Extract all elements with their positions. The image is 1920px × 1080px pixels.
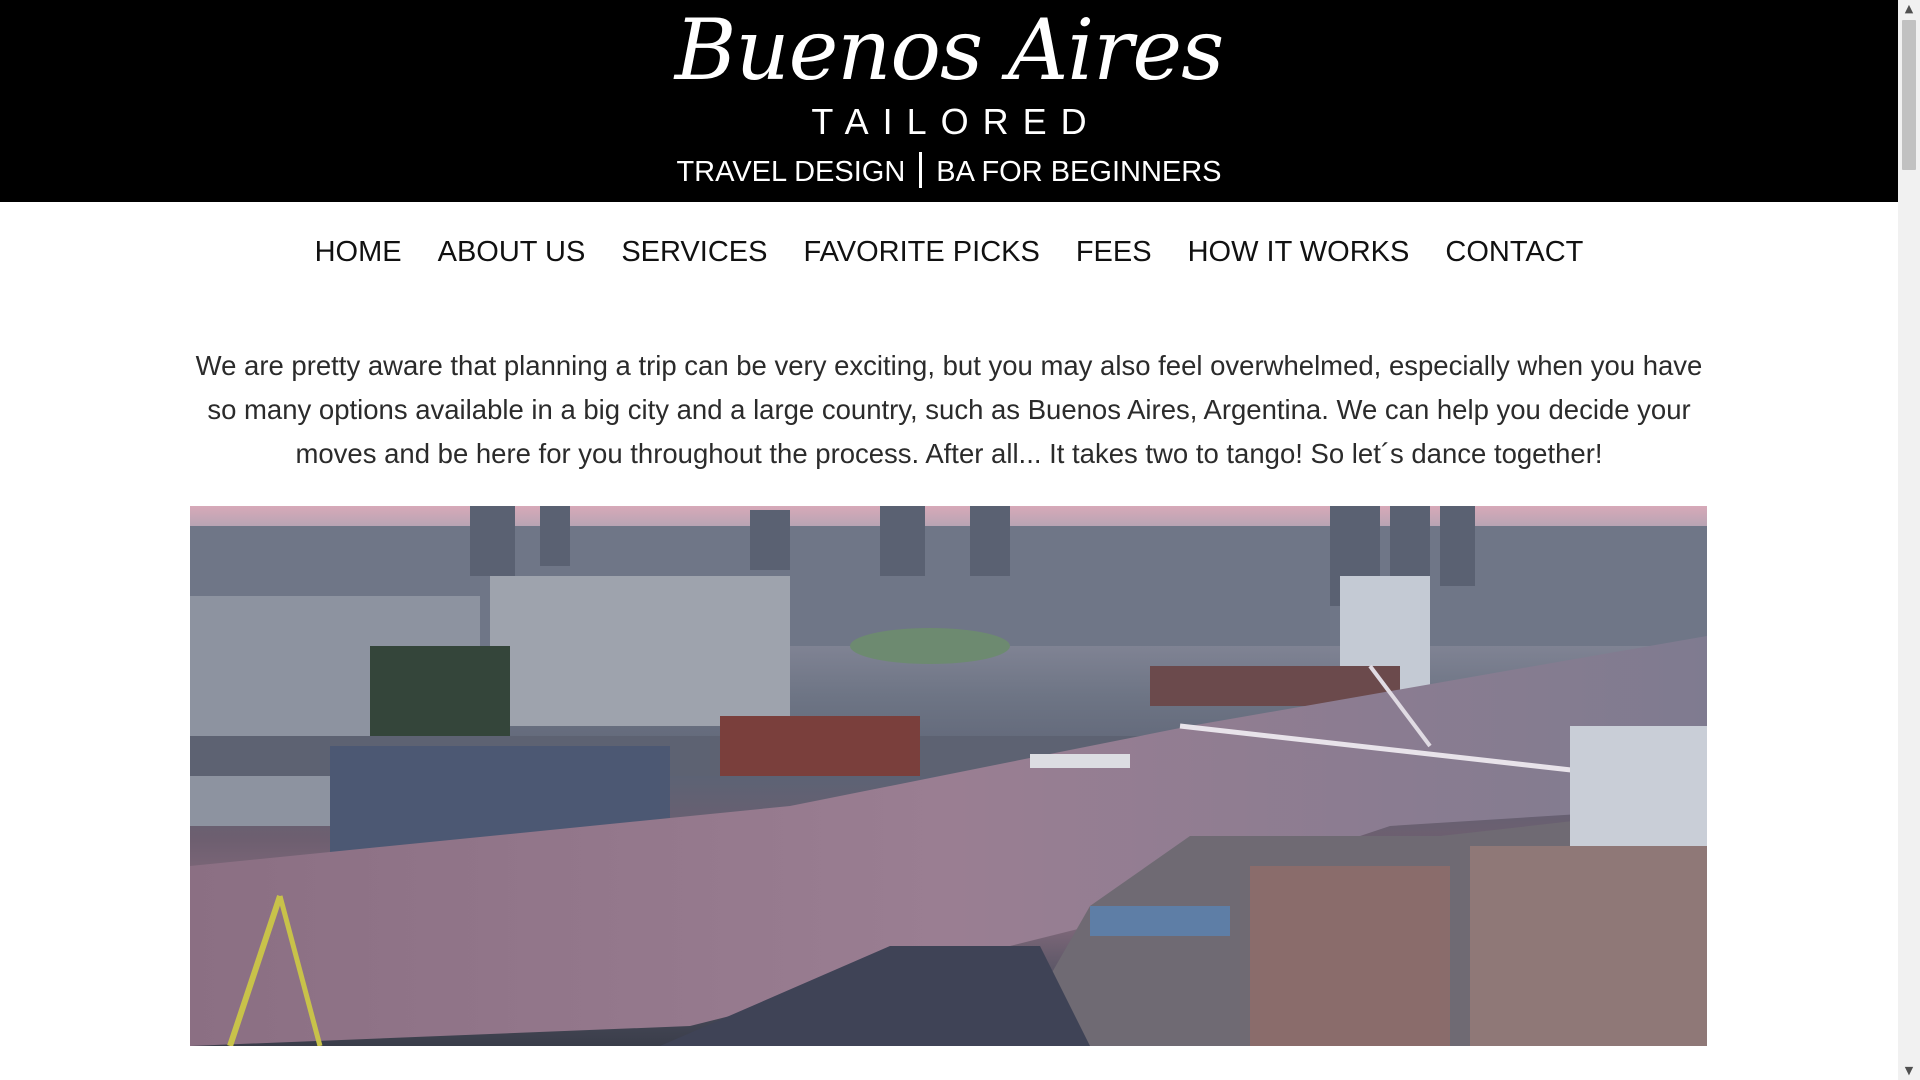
logo-subtitle[interactable]: TAILORED bbox=[0, 104, 1898, 140]
chevron-down-icon[interactable]: ▼ bbox=[1898, 1062, 1920, 1080]
nav-favorite-picks[interactable]: FAVORITE PICKS bbox=[803, 236, 1039, 269]
tagline-ba-for-beginners: BA FOR BEGINNERS bbox=[936, 156, 1222, 188]
tagline-travel-design: TRAVEL DESIGN bbox=[676, 156, 906, 188]
intro-paragraph: We are pretty aware that planning a trip… bbox=[195, 350, 1703, 469]
nav-about-us[interactable]: ABOUT US bbox=[438, 236, 586, 269]
tagline-divider bbox=[919, 152, 923, 188]
hero-city-image bbox=[190, 506, 1707, 1046]
hero-illustration bbox=[190, 506, 1707, 1046]
tagline: TRAVEL DESIGN BA FOR BEGINNERS bbox=[0, 152, 1898, 190]
nav-fees[interactable]: FEES bbox=[1076, 236, 1152, 269]
nav-contact[interactable]: CONTACT bbox=[1445, 236, 1583, 269]
scrollbar-thumb[interactable] bbox=[1902, 20, 1916, 170]
nav-home[interactable]: HOME bbox=[315, 236, 402, 269]
logo-script[interactable]: Buenos Aires bbox=[0, 4, 1898, 97]
nav-services[interactable]: SERVICES bbox=[621, 236, 767, 269]
chevron-up-icon[interactable]: ▲ bbox=[1898, 0, 1920, 18]
nav-how-it-works[interactable]: HOW IT WORKS bbox=[1188, 236, 1410, 269]
site-header: Buenos Aires TAILORED TRAVEL DESIGN BA FO… bbox=[0, 0, 1898, 202]
page-scrollbar[interactable]: ▲ ▼ bbox=[1898, 0, 1920, 1080]
main-nav: HOME ABOUT US SERVICES FAVORITE PICKS FE… bbox=[0, 202, 1898, 302]
